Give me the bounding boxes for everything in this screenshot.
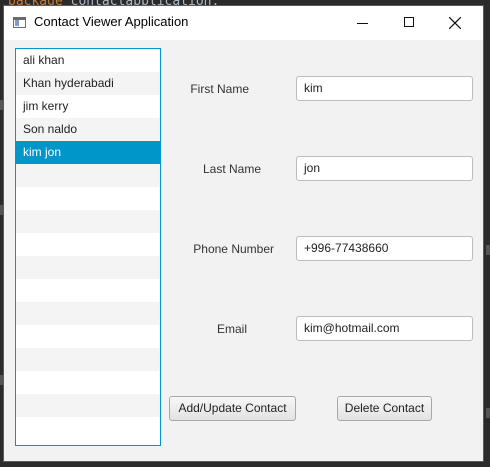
phone-number-label: Phone Number [193,242,274,256]
contact-list[interactable]: ali khan Khan hyderabadi jim kerry Son nald… [15,48,161,446]
maximize-button[interactable] [386,6,432,40]
last-name-field[interactable]: jon [296,156,473,181]
contact-list-empty-row [16,371,160,394]
contact-list-empty-row [16,210,160,233]
first-name-label: First Name [190,82,249,96]
gutter-mark [486,408,490,418]
close-button[interactable] [432,6,478,40]
email-field[interactable]: kim@hotmail.com [296,316,473,341]
contact-list-empty-row [16,187,160,210]
contact-list-empty-row [16,256,160,279]
close-icon [449,17,461,29]
gutter-mark [486,245,490,255]
delete-contact-button[interactable]: Delete Contact [337,396,432,421]
minimize-button[interactable] [340,6,386,40]
window-title: Contact Viewer Application [34,14,189,29]
title-bar[interactable]: Contact Viewer Application [4,6,483,40]
contact-list-empty-row [16,394,160,417]
contact-list-item[interactable]: kim jon [16,141,160,164]
contact-list-item[interactable]: ali khan [16,49,160,72]
contact-list-empty-row [16,233,160,256]
contact-list-empty-row [16,164,160,187]
add-update-contact-button[interactable]: Add/Update Contact [169,396,296,421]
contact-viewer-window: Contact Viewer Application ali khan Khan … [3,5,484,462]
contact-list-item[interactable]: Son naldo [16,118,160,141]
contact-list-empty-row [16,279,160,302]
app-window-icon [13,17,26,28]
first-name-field[interactable]: kim [296,76,473,101]
contact-list-item[interactable]: jim kerry [16,95,160,118]
email-label: Email [216,322,247,336]
last-name-label: Last Name [202,162,261,176]
contact-list-empty-row [16,348,160,371]
phone-number-field[interactable]: +996-77438660 [296,236,473,261]
contact-list-empty-row [16,417,160,440]
